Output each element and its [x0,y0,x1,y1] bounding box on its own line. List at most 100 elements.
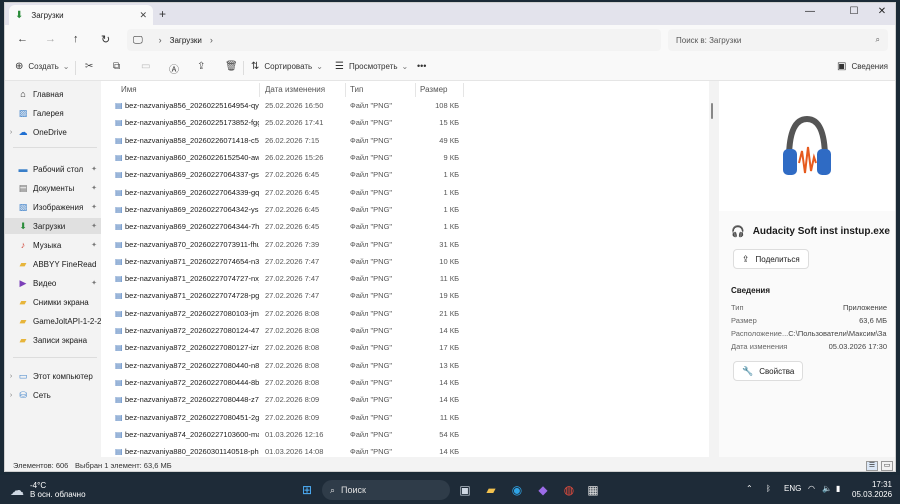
taskbar-search[interactable]: ⌕ Поиск [322,480,450,500]
sidebar-item-home[interactable]: ⌂ Главная [5,86,101,102]
new-tab-button[interactable]: + [159,7,166,21]
chrome-icon[interactable]: ◍ [560,481,578,499]
file-row[interactable]: ▤ bez-nazvaniya860_20260226152540-awn... 2… [101,149,461,166]
app-icon[interactable]: ▦ [584,481,602,499]
file-name: bez-nazvaniya860_20260226152540-awn... [125,153,259,163]
sidebar-item-screenshots[interactable]: ▰ Снимки экрана [5,294,101,310]
details-view-icon[interactable]: ☰ [866,461,878,471]
tab-close-icon[interactable]: ✕ [139,10,147,21]
rename-icon[interactable]: Ⓐ [169,61,179,76]
file-explorer-icon[interactable]: ▰ [482,481,500,499]
sidebar-item-network[interactable]: › ⛁ Сеть [5,387,101,403]
prop-modified: Дата изменения 05.03.2026 17:30 [731,342,887,351]
file-row[interactable]: ▤ bez-nazvaniya869_20260227064337-gsej...… [101,166,461,183]
maximize-button[interactable]: ☐ [839,6,869,17]
create-button[interactable]: ⊕ Создать ⌄ [15,61,70,72]
clock[interactable]: 17:31 05.03.2026 [852,480,892,500]
delete-icon[interactable]: 🗑 [225,61,238,72]
desktop-icon: ▬ [18,164,28,174]
file-row[interactable]: ▤ bez-nazvaniya871_20260227074654-n3kz...… [101,253,461,270]
sidebar-item-pictures[interactable]: ▧ Изображения ✦ [5,199,101,215]
file-row[interactable]: ▤ bez-nazvaniya869_20260227064339-gq5i...… [101,184,461,201]
divider [243,61,244,75]
paste-icon[interactable]: ▭ [141,61,150,72]
wifi-icon[interactable]: ◠ [808,484,815,493]
file-name: bez-nazvaniya872_20260227080103-jmg... [125,308,259,318]
cloud-icon: ☁ [18,126,28,137]
battery-icon[interactable]: ▮ [836,484,840,493]
file-row[interactable]: ▤ bez-nazvaniya870_20260227073911-fhut...… [101,235,461,252]
edge-icon[interactable]: ◉ [508,481,526,499]
tiles-view-icon[interactable]: ▭ [881,461,893,471]
sidebar-item-gamejolt[interactable]: ▰ GameJoltAPI-1-2-2 [5,313,101,329]
file-row[interactable]: ▤ bez-nazvaniya872_20260227080103-jmg... 2… [101,305,461,322]
chevron-right-icon[interactable]: › [159,35,162,45]
file-row[interactable]: ▤ bez-nazvaniya856_20260225164954-qyks...… [101,97,461,114]
sidebar-item-downloads[interactable]: ⬇ Загрузки ✦ [5,218,101,234]
back-arrow-icon[interactable]: ← [17,33,28,45]
file-row[interactable]: ▤ bez-nazvaniya880_20260301140518-phxf...… [101,443,461,457]
cut-icon[interactable]: ✂ [85,61,93,72]
copy-icon[interactable]: ⧉ [113,61,120,72]
sidebar-item-desktop[interactable]: ▬ Рабочий стол ✦ [5,161,101,177]
sort-icon: ⇅ [251,61,260,72]
sidebar-item-video[interactable]: ▶ Видео ✦ [5,275,101,291]
start-icon[interactable]: ⊞ [298,481,316,499]
task-view-icon[interactable]: ▣ [456,481,474,499]
sidebar-item-gallery[interactable]: ▨ Галерея [5,105,101,121]
sidebar-item-documents[interactable]: ▤ Документы ✦ [5,180,101,196]
details-pane-button[interactable]: ▣ Сведения [837,61,888,72]
file-row[interactable]: ▤ bez-nazvaniya872_20260227080440-n8dt...… [101,357,461,374]
file-row[interactable]: ▤ bez-nazvaniya872_20260227080451-2gw... 2… [101,408,461,425]
column-header-name[interactable]: Имя [121,85,137,94]
file-row[interactable]: ▤ bez-nazvaniya872_20260227080124-47b... 2… [101,322,461,339]
column-header-type[interactable]: Тип [350,85,363,94]
sidebar-item-music[interactable]: ♪ Музыка ✦ [5,237,101,253]
file-row[interactable]: ▤ bez-nazvaniya872_20260227080448-z7dt...… [101,391,461,408]
column-header-size[interactable]: Размер [420,85,448,94]
bluetooth-icon[interactable]: ᛒ [766,484,771,493]
chevron-right-icon[interactable]: › [5,129,17,136]
file-row[interactable]: ▤ bez-nazvaniya856_20260225173852-fgg... 2… [101,114,461,131]
sidebar-item-this-pc[interactable]: › ▭ Этот компьютер [5,368,101,384]
volume-icon[interactable]: 🔈 [822,484,832,493]
address-bar[interactable]: 🖵 › Загрузки › [127,29,661,51]
up-arrow-icon[interactable]: ↑ [73,33,79,45]
file-row[interactable]: ▤ bez-nazvaniya869_20260227064344-7hx... 2… [101,218,461,235]
refresh-icon[interactable]: ↻ [101,33,110,46]
file-name: bez-nazvaniya869_20260227064342-yskp... [125,204,259,214]
share-button[interactable]: ⇪ Поделиться [733,249,809,269]
app-icon[interactable]: ◆ [534,481,552,499]
breadcrumb[interactable]: Загрузки [170,36,202,45]
sidebar-item-label: Этот компьютер [33,371,93,381]
chevron-right-icon[interactable]: › [210,35,213,45]
view-button[interactable]: ☰ Просмотреть ⌄ [335,61,408,72]
tray-overflow-icon[interactable]: ⌃ [746,484,753,493]
scrollbar-thumb[interactable] [711,103,713,119]
file-row[interactable]: ▤ bez-nazvaniya871_20260227074728-pgf... 2… [101,287,461,304]
sidebar-item-onedrive[interactable]: › ☁ OneDrive [5,124,101,140]
close-button[interactable]: ✕ [867,6,895,17]
file-row[interactable]: ▤ bez-nazvaniya858_20260226071418-c5u... 2… [101,132,461,149]
language-indicator[interactable]: ENG [784,484,801,493]
search-input[interactable]: Поиск в: Загрузки ⌕ [668,29,888,51]
more-options-button[interactable]: ••• [417,61,426,71]
forward-arrow-icon[interactable]: → [45,33,56,45]
music-icon: ♪ [20,240,26,250]
share-icon[interactable]: ⇪ [197,61,205,72]
chevron-right-icon[interactable]: › [5,373,17,380]
minimize-button[interactable]: — [795,6,825,17]
column-header-date[interactable]: Дата изменения [265,85,325,94]
sidebar-item-recordings[interactable]: ▰ Записи экрана [5,332,101,348]
sidebar-item-abbyy[interactable]: ▰ ABBYY FineRead [5,256,101,272]
tab-downloads[interactable]: ⬇ Загрузки ✕ [9,5,153,25]
properties-button[interactable]: 🔧 Свойства [733,361,804,381]
weather-widget[interactable]: ☁ -4°C В осн. облачно [10,481,86,499]
file-row[interactable]: ▤ bez-nazvaniya871_20260227074727-nxjx...… [101,270,461,287]
sort-button[interactable]: ⇅ Сортировать ⌄ [251,61,323,72]
file-row[interactable]: ▤ bez-nazvaniya869_20260227064342-yskp...… [101,201,461,218]
file-row[interactable]: ▤ bez-nazvaniya874_20260227103600-ma9... 0… [101,426,461,443]
file-row[interactable]: ▤ bez-nazvaniya872_20260227080444-8by... 2… [101,374,461,391]
file-row[interactable]: ▤ bez-nazvaniya872_20260227080127-izm... 2… [101,339,461,356]
chevron-right-icon[interactable]: › [5,392,17,399]
